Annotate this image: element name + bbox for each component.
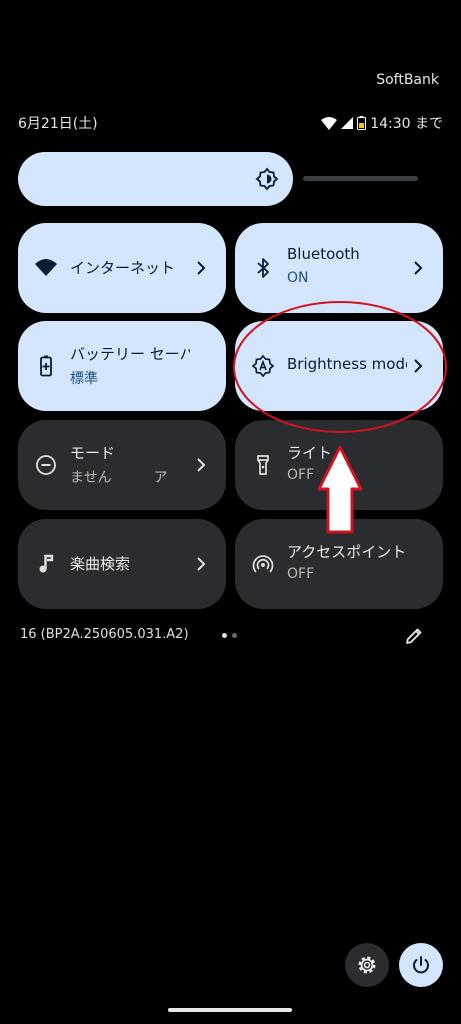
settings-button[interactable]: [345, 943, 389, 987]
status-icons: 14:30 まで: [321, 113, 443, 133]
gear-icon: [358, 956, 376, 974]
navigation-handle[interactable]: [168, 1008, 292, 1012]
chevron-right-icon[interactable]: [411, 356, 425, 376]
chevron-right-icon[interactable]: [411, 258, 425, 278]
page-indicator: [222, 633, 237, 638]
page-dot-active: [222, 633, 227, 638]
carrier-name: SoftBank: [376, 72, 439, 88]
power-icon: [413, 956, 429, 974]
tile-music-note[interactable]: 楽曲検索: [18, 519, 226, 609]
tile-brightness-auto[interactable]: Brightness mode: [235, 321, 443, 411]
tile-title: ライト: [287, 444, 333, 462]
tile-subtitle: ません ア: [70, 470, 168, 486]
power-button[interactable]: [399, 943, 443, 987]
hotspot-icon: [252, 555, 274, 573]
tile-subtitle: ON: [287, 270, 309, 286]
do-not-disturb-icon: [36, 455, 56, 475]
tile-battery-saver[interactable]: バッテリー セーバー標準: [18, 321, 226, 411]
tile-title: Brightness mode: [287, 355, 407, 373]
status-time: 14:30 まで: [370, 116, 443, 132]
signal-icon: [341, 117, 354, 129]
flashlight-icon: [257, 455, 269, 475]
tile-subtitle: OFF: [287, 467, 315, 483]
tile-title: バッテリー セーバー: [70, 345, 190, 363]
date-label[interactable]: 6月21日(土): [18, 113, 98, 133]
wifi-icon: [35, 259, 57, 276]
tile-title: 楽曲検索: [70, 555, 131, 573]
tile-title: インターネット: [70, 259, 176, 277]
tile-hotspot[interactable]: アクセスポイント OFF: [235, 519, 443, 609]
page-dot: [232, 633, 237, 638]
chevron-right-icon[interactable]: [194, 554, 208, 574]
brightness-track-rest: [303, 176, 418, 181]
tile-bluetooth[interactable]: Bluetooth ON: [235, 223, 443, 313]
tile-title: モード: [70, 444, 116, 462]
tile-subtitle: 標準: [70, 371, 98, 387]
music-note-icon: [39, 554, 54, 573]
tile-wifi[interactable]: インターネット: [18, 223, 226, 313]
tile-subtitle: OFF: [287, 566, 315, 582]
edit-icon[interactable]: [404, 626, 424, 646]
tile-flashlight[interactable]: ライト OFF: [235, 420, 443, 510]
brightness-auto-icon: [255, 167, 279, 191]
battery-saver-icon: [40, 355, 52, 377]
chevron-right-icon[interactable]: [194, 455, 208, 475]
wifi-icon: [321, 116, 338, 130]
tile-title: Bluetooth: [287, 245, 360, 263]
tile-title: アクセスポイント: [287, 543, 407, 561]
brightness-fill[interactable]: [18, 152, 293, 206]
brightness-slider[interactable]: [18, 152, 418, 206]
brightness-auto-icon: [251, 354, 275, 378]
battery-icon: [357, 116, 367, 130]
build-number[interactable]: 16 (BP2A.250605.031.A2): [20, 627, 189, 642]
bluetooth-icon: [257, 258, 269, 278]
chevron-right-icon[interactable]: [194, 258, 208, 278]
tile-do-not-disturb[interactable]: モード ません ア: [18, 420, 226, 510]
